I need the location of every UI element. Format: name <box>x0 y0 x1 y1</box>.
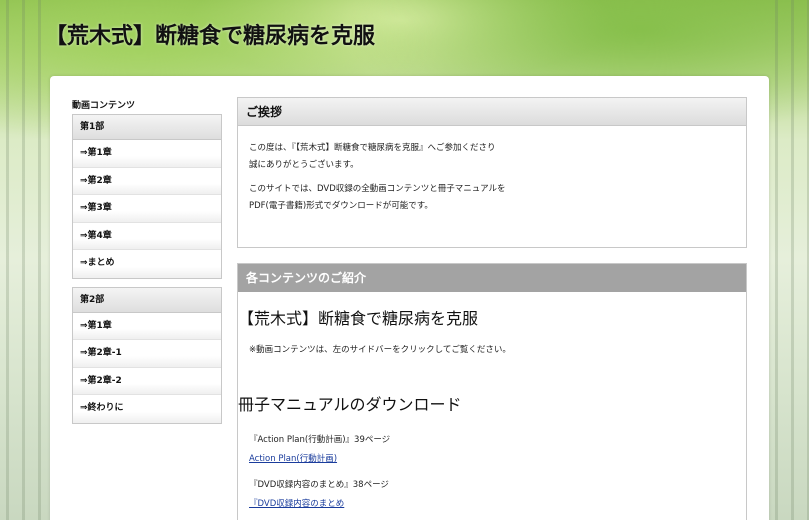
sidebar-item-part1-chapter1[interactable]: ⇒第1章 <box>73 140 221 168</box>
sidebar-heading: 動画コンテンツ <box>72 101 136 111</box>
download-label-action-plan: 『Action Plan(行動計画)』39ページ <box>249 435 391 445</box>
menu-group-part1: 第1部 ⇒第1章 ⇒第2章 ⇒第3章 ⇒第4章 ⇒まとめ <box>72 114 222 279</box>
sidebar-item-part1-chapter4[interactable]: ⇒第4章 <box>73 222 221 250</box>
greeting-title: ご挨拶 <box>238 98 746 126</box>
sidebar-item-part1-chapter2[interactable]: ⇒第2章 <box>73 167 221 195</box>
sidebar: 動画コンテンツ 第1部 ⇒第1章 ⇒第2章 ⇒第3章 ⇒第4章 ⇒まとめ 第2部… <box>72 98 222 432</box>
greeting-line: この度は、『【荒木式】断糖食で糖尿病を克服』へご参加くださり <box>249 143 496 153</box>
greeting-line: 誠にありがとうございます。 <box>249 160 359 170</box>
background-trees-left <box>0 0 50 520</box>
background-trees-right <box>769 0 809 520</box>
site-title: 【荒木式】断糖食で糖尿病を克服 <box>45 24 376 49</box>
video-section-heading: 【荒木式】断糖食で糖尿病を克服 <box>238 309 479 328</box>
menu-group-title: 第2部 <box>73 287 221 313</box>
main-content: ご挨拶 この度は、『【荒木式】断糖食で糖尿病を克服』へご参加くださり 誠にありが… <box>237 97 747 520</box>
download-link-dvd-summary[interactable]: 『DVD収録内容のまとめ <box>249 497 344 509</box>
sidebar-item-part2-chapter2-2[interactable]: ⇒第2章-2 <box>73 367 221 395</box>
download-link-action-plan[interactable]: Action Plan(行動計画) <box>249 452 337 464</box>
download-label-dvd-summary: 『DVD収録内容のまとめ』38ページ <box>249 480 389 490</box>
sidebar-item-part1-chapter3[interactable]: ⇒第3章 <box>73 195 221 223</box>
sidebar-item-part2-chapter1[interactable]: ⇒第1章 <box>73 312 221 340</box>
menu-group-title: 第1部 <box>73 115 221 140</box>
contents-title: 各コンテンツのご紹介 <box>238 264 746 292</box>
sidebar-item-part2-chapter2-1[interactable]: ⇒第2章-1 <box>73 340 221 368</box>
sidebar-item-part2-ending[interactable]: ⇒終わりに <box>73 395 221 423</box>
greeting-panel: ご挨拶 この度は、『【荒木式】断糖食で糖尿病を克服』へご参加くださり 誠にありが… <box>237 97 747 248</box>
greeting-text: このサイトでは、DVD収録の全動画コンテンツと冊子マニュアルを PDF(電子書籍… <box>249 181 735 215</box>
greeting-line: このサイトでは、DVD収録の全動画コンテンツと冊子マニュアルを <box>249 184 506 194</box>
menu-group-part2: 第2部 ⇒第1章 ⇒第2章-1 ⇒第2章-2 ⇒終わりに <box>72 286 222 424</box>
greeting-line: PDF(電子書籍)形式でダウンロードが可能です。 <box>249 201 433 211</box>
video-note: ※動画コンテンツは、左のサイドバーをクリックしてご覧ください。 <box>249 345 511 355</box>
greeting-text: この度は、『【荒木式】断糖食で糖尿病を克服』へご参加くださり 誠にありがとうござ… <box>249 140 735 174</box>
manual-section-heading: 冊子マニュアルのダウンロード <box>238 395 462 414</box>
sidebar-item-part1-summary[interactable]: ⇒まとめ <box>73 250 221 278</box>
contents-panel: 各コンテンツのご紹介 【荒木式】断糖食で糖尿病を克服 ※動画コンテンツは、左のサ… <box>237 263 747 520</box>
greeting-body: この度は、『【荒木式】断糖食で糖尿病を克服』へご参加くださり 誠にありがとうござ… <box>238 126 746 247</box>
content-container: 動画コンテンツ 第1部 ⇒第1章 ⇒第2章 ⇒第3章 ⇒第4章 ⇒まとめ 第2部… <box>50 76 769 520</box>
